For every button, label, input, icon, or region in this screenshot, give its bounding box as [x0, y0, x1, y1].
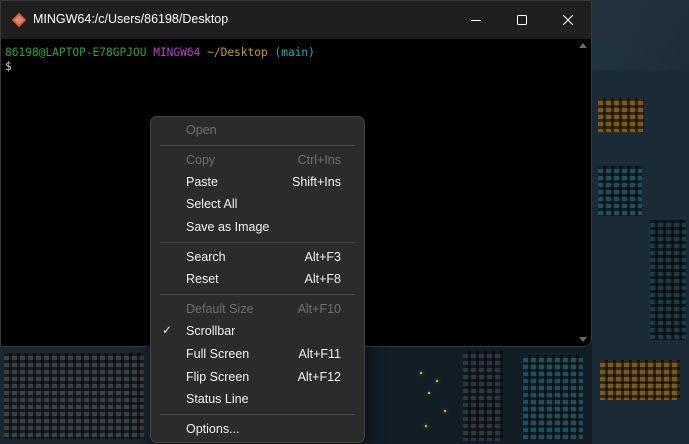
menu-item-select-all[interactable]: Select All: [155, 193, 360, 215]
city-light: [428, 392, 430, 394]
menu-item-options[interactable]: Options...: [155, 418, 360, 440]
menu-item-search[interactable]: Search Alt+F3: [155, 246, 360, 268]
menu-item-shortcut: Ctrl+Ins: [297, 153, 341, 167]
checkmark-icon: ✓: [162, 323, 173, 337]
menu-item-open: Open: [155, 119, 360, 141]
city-light: [444, 410, 446, 412]
git-bash-icon: [11, 12, 27, 28]
minimize-icon: [471, 20, 481, 21]
menu-item-shortcut: Alt+F10: [297, 302, 341, 316]
menu-item-shortcut: Shift+Ins: [292, 175, 341, 189]
menu-item-status-line[interactable]: Status Line: [155, 388, 360, 410]
menu-separator: [160, 294, 355, 295]
menu-item-flip-screen[interactable]: Flip Screen Alt+F12: [155, 366, 360, 388]
close-icon: [562, 14, 574, 26]
menu-item-label: Flip Screen: [186, 370, 250, 384]
city-light: [425, 425, 427, 427]
menu-item-label: Reset: [186, 272, 219, 286]
menu-item-paste[interactable]: Paste Shift+Ins: [155, 171, 360, 193]
building-windows: [463, 351, 503, 441]
wallpaper-building: [0, 345, 150, 444]
city-light: [436, 380, 438, 382]
menu-item-save-as-image[interactable]: Save as Image: [155, 216, 360, 238]
building-windows: [650, 220, 686, 340]
building-windows: [600, 360, 680, 400]
menu-item-shortcut: Alt+F12: [297, 370, 341, 384]
window-title: MINGW64:/c/Users/86198/Desktop: [33, 12, 229, 26]
menu-item-label: Copy: [186, 153, 216, 167]
vertical-scrollbar[interactable]: [575, 39, 591, 346]
menu-item-label: Search: [186, 250, 226, 264]
menu-separator: [160, 242, 355, 243]
menu-separator: [160, 414, 355, 415]
menu-item-default-size: Default Size Alt+F10: [155, 298, 360, 320]
context-menu: Open Copy Ctrl+Ins Paste Shift+Ins Selec…: [150, 116, 365, 443]
menu-item-scrollbar[interactable]: ✓ Scrollbar: [155, 320, 360, 342]
scroll-down-arrow-icon[interactable]: [579, 337, 587, 342]
menu-item-shortcut: Alt+F11: [298, 347, 342, 361]
prompt-system: MINGW64: [153, 46, 201, 59]
title-bar[interactable]: MINGW64:/c/Users/86198/Desktop: [1, 1, 591, 39]
maximize-icon: [517, 15, 527, 25]
menu-item-shortcut: Alt+F3: [304, 250, 341, 264]
menu-item-copy: Copy Ctrl+Ins: [155, 149, 360, 171]
menu-separator: [160, 145, 355, 146]
wallpaper-building: [363, 345, 592, 444]
menu-item-label: Default Size: [186, 302, 254, 316]
prompt-line: 86198@LAPTOP-E78GPJOU MINGW64 ~/Desktop …: [5, 46, 315, 60]
building-windows: [4, 353, 144, 439]
menu-item-label: Paste: [186, 175, 218, 189]
menu-item-label: Status Line: [186, 392, 249, 406]
building-windows: [598, 98, 644, 132]
prompt-user-host: 86198@LAPTOP-E78GPJOU: [5, 46, 147, 59]
wallpaper-building: [592, 70, 689, 444]
menu-item-full-screen[interactable]: Full Screen Alt+F11: [155, 343, 360, 365]
menu-item-label: Full Screen: [186, 347, 250, 361]
scroll-up-arrow-icon[interactable]: [579, 43, 587, 48]
building-windows: [523, 355, 583, 439]
close-button[interactable]: [545, 1, 591, 39]
menu-item-label: Scrollbar: [186, 324, 236, 338]
prompt-symbol: $: [5, 60, 12, 73]
menu-item-shortcut: Alt+F8: [304, 272, 341, 286]
menu-item-label: Open: [186, 123, 217, 137]
maximize-button[interactable]: [499, 1, 545, 39]
menu-item-reset[interactable]: Reset Alt+F8: [155, 268, 360, 290]
prompt-path: ~/Desktop: [207, 46, 268, 59]
minimize-button[interactable]: [453, 1, 499, 39]
city-light: [420, 372, 422, 374]
building-windows: [598, 166, 642, 216]
menu-item-label: Select All: [186, 197, 238, 211]
menu-item-label: Options...: [186, 422, 240, 436]
menu-item-label: Save as Image: [186, 220, 270, 234]
prompt-branch: (main): [274, 46, 315, 59]
